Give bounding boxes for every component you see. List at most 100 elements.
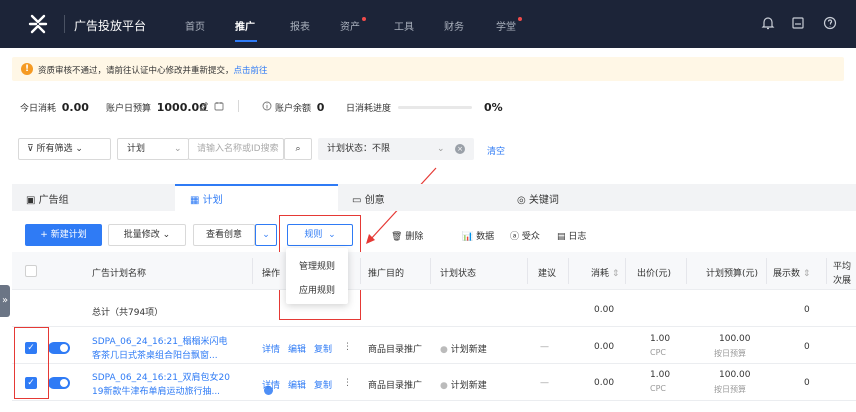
calendar-tab-icon: ▦: [190, 195, 203, 206]
delete-button[interactable]: 🗑 删除: [391, 229, 423, 242]
sort-icon[interactable]: ⇕: [800, 269, 811, 279]
calendar-icon[interactable]: [214, 101, 224, 111]
bid-cell: 1.00: [650, 370, 671, 380]
alert-link[interactable]: 点击前往: [234, 66, 268, 76]
column-divider: [527, 258, 528, 284]
plan-select-dropdown[interactable]: 计划 ⌄: [117, 138, 189, 160]
plan-name-link[interactable]: SDPA_06_24_16:21_榻榻米闪电: [92, 334, 228, 347]
bell-icon[interactable]: [760, 15, 776, 31]
search-button[interactable]: ⌕: [284, 138, 312, 160]
col-budget[interactable]: 计划预算(元): [706, 266, 758, 279]
clear-filter-icon[interactable]: ×: [455, 144, 465, 154]
nav-item-reports[interactable]: 报表: [290, 18, 310, 33]
impressions-cell: 0: [804, 342, 810, 352]
edit-icon[interactable]: [199, 101, 209, 111]
col-average[interactable]: 平均: [833, 259, 851, 272]
assets-notification-dot: [362, 17, 366, 21]
chart-icon: 📊: [462, 232, 474, 242]
nav-item-finance[interactable]: 财务: [444, 18, 464, 33]
chevron-down-icon: ⌄: [159, 230, 171, 240]
tab-ad-groups[interactable]: ▣ 广告组: [26, 191, 69, 206]
select-all-checkbox[interactable]: [25, 265, 37, 277]
chevron-down-icon: ⌄: [262, 230, 270, 240]
folder-icon: ▣: [26, 195, 39, 206]
nav-item-assets[interactable]: 资产: [340, 17, 366, 33]
top-navigation-bar: 广告投放平台 首页 推广 报表 资产 工具 财务 学堂: [0, 0, 856, 48]
column-divider: [568, 258, 569, 284]
col-plan-name[interactable]: 广告计划名称: [92, 266, 146, 279]
info-icon: [262, 101, 272, 111]
plan-status-filter[interactable]: 计划状态：不限 ⌄ ×: [318, 138, 474, 160]
column-divider: [360, 258, 361, 284]
spend-cell: 0.00: [594, 378, 615, 388]
menu-item-manage-rules[interactable]: 管理规则: [299, 259, 335, 272]
view-creative-button[interactable]: 查看创意: [193, 224, 255, 246]
tab-creatives[interactable]: ▭ 创意: [352, 191, 385, 206]
details-link[interactable]: 详情: [262, 342, 280, 355]
row-enable-toggle[interactable]: [48, 377, 70, 389]
nav-item-academy-label: 学堂: [496, 22, 516, 33]
row-enable-toggle[interactable]: [48, 342, 70, 354]
col-spend[interactable]: 消耗 ⇕: [591, 266, 619, 279]
search-input[interactable]: 请输入名称或ID搜索: [188, 138, 284, 160]
platform-logo-icon[interactable]: [26, 12, 50, 36]
progress-value-stat: 0%: [484, 101, 503, 114]
tab-plans[interactable]: ▦ 计划: [190, 191, 223, 206]
copy-link[interactable]: 复制: [314, 378, 332, 391]
save-icon[interactable]: [790, 15, 806, 31]
copy-link[interactable]: 复制: [314, 342, 332, 355]
alert-message: 资质审核不通过，请前往认证中心修改并重新提交，点击前往: [38, 64, 268, 76]
trash-icon: 🗑: [391, 232, 403, 242]
bid-cell: 1.00: [650, 334, 671, 344]
nav-item-home[interactable]: 首页: [185, 18, 205, 33]
col-actions: 操作: [262, 269, 281, 279]
search-icon: ⌕: [295, 144, 301, 154]
column-divider: [252, 258, 253, 284]
col-impressions[interactable]: 展示数 ⇕: [773, 266, 810, 279]
tab-ad-groups-label: 广告组: [38, 195, 69, 206]
edit-link[interactable]: 编辑: [288, 342, 306, 355]
col-bid[interactable]: 出价(元): [637, 266, 671, 279]
status-text: 计划新建: [450, 381, 487, 391]
log-button[interactable]: ▤ 日志: [557, 229, 586, 242]
col-impressions-label: 展示数: [773, 269, 801, 279]
edit-link[interactable]: 编辑: [288, 378, 306, 391]
account-balance-value: 0: [316, 101, 325, 114]
batch-edit-button[interactable]: 批量修改 ⌄: [108, 224, 186, 246]
nav-item-promotion[interactable]: 推广: [235, 18, 255, 33]
status-dot-icon: ●: [440, 345, 451, 355]
help-icon[interactable]: [822, 15, 838, 31]
chevron-down-icon: ⌄: [322, 230, 336, 240]
col-goal[interactable]: 推广目的: [368, 266, 404, 279]
view-creative-dropdown[interactable]: ⌄: [255, 224, 277, 246]
col-status[interactable]: 计划状态: [440, 266, 476, 279]
nav-item-academy[interactable]: 学堂: [496, 17, 522, 33]
col-spend-label: 消耗: [591, 269, 610, 279]
clear-filters-link[interactable]: 清空: [487, 144, 505, 157]
data-button[interactable]: 📊 数据: [462, 229, 494, 242]
more-actions-icon[interactable]: ⋮: [343, 378, 352, 388]
log-icon: ▤: [557, 232, 566, 242]
plan-name-link-line2[interactable]: 客茶几日式茶桌组合阳台飘窗...: [92, 348, 218, 361]
new-plan-button[interactable]: + 新建计划: [25, 224, 102, 246]
daily-budget-label: 账户日预算: [106, 104, 152, 114]
daily-budget-stat: 账户日预算 1000.00: [106, 101, 207, 114]
cursor-indicator: [264, 386, 273, 395]
brand-title: 广告投放平台: [74, 19, 147, 33]
audience-button[interactable]: ⓐ 受众: [510, 229, 540, 242]
nav-item-tools[interactable]: 工具: [394, 18, 414, 33]
column-divider: [686, 258, 687, 284]
account-balance-stat: 账户余额 0: [275, 101, 324, 114]
audience-icon: ⓐ: [510, 232, 520, 242]
rules-button[interactable]: 规则 ⌄: [287, 224, 353, 246]
impressions-cell: 0: [804, 378, 810, 388]
sort-icon[interactable]: ⇕: [609, 269, 620, 279]
plan-name-link[interactable]: SDPA_06_24_16:21_双肩包女20: [92, 370, 230, 383]
tab-keywords[interactable]: ◎ 关键词: [517, 191, 559, 206]
plan-name-link-line2[interactable]: 19新款牛津布单肩运动旅行抽...: [92, 384, 220, 397]
sidebar-expand-handle[interactable]: »: [0, 285, 10, 317]
all-filters-dropdown[interactable]: ⊽ 所有筛选 ⌄: [18, 138, 111, 160]
account-balance-label: 账户余额: [275, 104, 312, 114]
bid-type: CPC: [650, 384, 666, 393]
more-actions-icon[interactable]: ⋮: [343, 342, 352, 352]
